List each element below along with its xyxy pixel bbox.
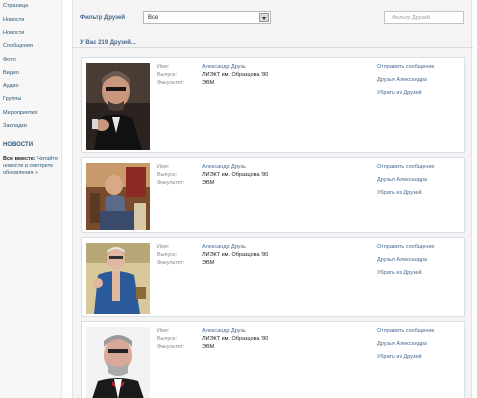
graduation-label: Выпуск: (157, 336, 177, 342)
friend-photo[interactable] (86, 163, 150, 230)
send-message-link[interactable]: Отправить сообщение (377, 64, 435, 70)
friend-name-link[interactable]: Александр Друзь (202, 64, 246, 70)
friend-card: Имя: Александр Друзь Выпуск: ЛИЭКТ им. Обр… (81, 237, 465, 317)
send-message-link[interactable]: Отправить сообщение (377, 244, 435, 250)
faculty-label: Факультет: (157, 180, 185, 186)
sidebar-item[interactable]: Группы (3, 96, 21, 102)
friend-faculty[interactable]: ЭВМ (202, 180, 214, 186)
remove-friend-link[interactable]: Убрать из Друзей (377, 190, 435, 196)
friend-photo[interactable] (86, 63, 150, 150)
friends-count-row: У Вас 219 Друзей... (73, 34, 473, 48)
friend-actions: Отправить сообщение Друзья Александра Уб… (377, 328, 435, 367)
sidebar-note-link[interactable]: Читайте (37, 156, 58, 162)
friends-of-friend-link[interactable]: Друзья Александра (377, 77, 435, 83)
remove-friend-link[interactable]: Убрать из Друзей (377, 90, 435, 96)
friends-search-input[interactable] (384, 11, 464, 24)
sidebar-note-bold: Все вместе: (3, 156, 36, 162)
friend-actions: Отправить сообщение Друзья Александра Уб… (377, 244, 435, 283)
faculty-label: Факультет: (157, 260, 185, 266)
friends-count: У Вас 219 Друзей... (80, 40, 136, 46)
sidebar-item[interactable]: Аудио (3, 83, 19, 89)
name-label: Имя: (157, 328, 170, 334)
sidebar-item[interactable]: Новости (3, 17, 24, 23)
friend-card: Имя: Александр Друзь Выпуск: ЛИЭКТ им. Обр… (81, 57, 465, 153)
friend-photo[interactable] (86, 327, 150, 398)
sidebar-news-note: Все вместе: Читайте новости и смотрите о… (3, 156, 59, 177)
sidebar-note-link-more[interactable]: новости и смотрите обновления » (3, 163, 53, 176)
remove-friend-link[interactable]: Убрать из Друзей (377, 270, 435, 276)
filter-select-value: Все (148, 15, 159, 21)
friend-faculty[interactable]: ЭВМ (202, 344, 214, 350)
name-label: Имя: (157, 164, 170, 170)
friends-of-friend-link[interactable]: Друзья Александра (377, 341, 435, 347)
sidebar-item[interactable]: Страница (3, 3, 28, 9)
sidebar-item[interactable]: Мероприятия (3, 110, 37, 116)
sidebar-item[interactable]: Фото (3, 57, 16, 63)
friend-photo-image (86, 163, 150, 230)
graduation-label: Выпуск: (157, 172, 177, 178)
friend-photo-image (86, 243, 150, 314)
faculty-label: Факультет: (157, 80, 185, 86)
friend-graduation[interactable]: ЛИЭКТ им. Образцова '80 (202, 252, 268, 258)
friends-filter-select[interactable]: Все (143, 11, 271, 24)
friends-panel: Фильтр Друзей Все У Вас 219 Друзей... (72, 0, 473, 398)
friend-graduation[interactable]: ЛИЭКТ им. Образцова '80 (202, 172, 268, 178)
sidebar-item[interactable]: Закладки (3, 123, 27, 129)
friend-photo-image (86, 63, 150, 150)
filter-label: Фильтр Друзей (80, 15, 126, 21)
friend-name-link[interactable]: Александр Друзь (202, 244, 246, 250)
send-message-link[interactable]: Отправить сообщение (377, 328, 435, 334)
remove-friend-link[interactable]: Убрать из Друзей (377, 354, 435, 360)
left-sidebar: Страница Новости Новости Сообщения Фото … (0, 0, 62, 398)
friend-faculty[interactable]: ЭВМ (202, 80, 214, 86)
sidebar-news-heading: НОВОСТИ (3, 142, 34, 148)
friend-graduation[interactable]: ЛИЭКТ им. Образцова '80 (202, 336, 268, 342)
faculty-label: Факультет: (157, 344, 185, 350)
name-label: Имя: (157, 244, 170, 250)
graduation-label: Выпуск: (157, 72, 177, 78)
filter-bar: Фильтр Друзей Все (73, 6, 473, 28)
friends-of-friend-link[interactable]: Друзья Александра (377, 257, 435, 263)
friend-faculty[interactable]: ЭВМ (202, 260, 214, 266)
friends-of-friend-link[interactable]: Друзья Александра (377, 177, 435, 183)
friend-name-link[interactable]: Александр Друзь (202, 328, 246, 334)
friend-card: Имя: Александр Друзь Выпуск: ЛИЭКТ им. Обр… (81, 321, 465, 398)
sidebar-item[interactable]: Сообщения (3, 43, 33, 49)
sidebar-item[interactable]: Видео (3, 70, 19, 76)
friend-photo-image (86, 327, 150, 398)
graduation-label: Выпуск: (157, 252, 177, 258)
name-label: Имя: (157, 64, 170, 70)
sidebar-item[interactable]: Новости (3, 30, 24, 36)
chevron-down-icon[interactable] (259, 13, 269, 22)
friend-photo[interactable] (86, 243, 150, 314)
friend-actions: Отправить сообщение Друзья Александра Уб… (377, 164, 435, 203)
send-message-link[interactable]: Отправить сообщение (377, 164, 435, 170)
friend-card: Имя: Александр Друзь Выпуск: ЛИЭКТ им. Обр… (81, 157, 465, 233)
friend-name-link[interactable]: Александр Друзь (202, 164, 246, 170)
friend-graduation[interactable]: ЛИЭКТ им. Образцова '80 (202, 72, 268, 78)
friend-actions: Отправить сообщение Друзья Александра Уб… (377, 64, 435, 103)
